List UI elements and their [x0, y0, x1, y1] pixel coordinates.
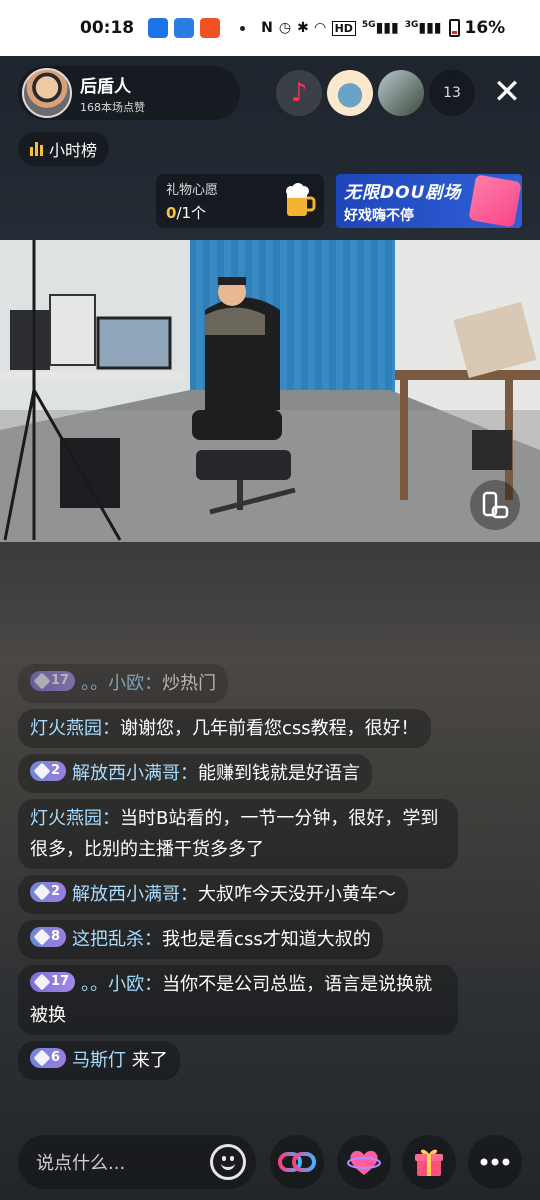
network-label: 5G — [361, 20, 376, 30]
chat-username[interactable]: 灯火燕园： — [30, 808, 120, 829]
chat-username[interactable]: 。。小欧： — [81, 974, 162, 995]
battery-percent: 16% — [464, 18, 506, 38]
badge-level: 8 — [51, 929, 61, 944]
bluetooth-icon: ✱ — [297, 20, 309, 36]
rotate-screen-button[interactable] — [470, 480, 520, 530]
chat-message[interactable]: 2 解放西小满哥：能赚到钱就是好语言 — [18, 754, 373, 793]
host-likes: 168本场点赞 — [80, 100, 145, 114]
viewer-avatar[interactable] — [378, 70, 424, 116]
fan-badge: 17 — [30, 671, 76, 691]
top-viewers: ♪ 13 — [276, 70, 475, 116]
rank-bars-icon — [30, 142, 43, 156]
rotate-screen-icon — [482, 491, 509, 519]
chat-username[interactable]: 灯火燕园： — [30, 718, 120, 739]
badge-level: 2 — [51, 763, 61, 778]
more-notifications-dot — [240, 25, 246, 31]
beer-icon — [286, 183, 316, 216]
emoji-mouth — [221, 1162, 235, 1170]
signal-3g-icon: 3G▮▮▮ — [404, 20, 442, 36]
chat-username[interactable]: 马斯仃 — [72, 1050, 126, 1071]
wish-total: /1个 — [176, 204, 207, 222]
status-time: 00:18 — [80, 18, 135, 38]
app-notification-icon — [200, 18, 221, 38]
battery-indicator: 16% — [449, 18, 505, 38]
chat-username[interactable]: 。。小欧： — [81, 673, 162, 694]
like-button[interactable] — [337, 1135, 391, 1189]
close-icon: ✕ — [492, 72, 522, 112]
badge-level: 6 — [51, 1050, 61, 1065]
gift-button[interactable] — [402, 1135, 456, 1189]
level-badge: 2 — [30, 761, 67, 781]
host-avatar[interactable] — [22, 68, 72, 118]
link-mic-button[interactable] — [270, 1135, 324, 1189]
heart-planet-icon — [347, 1150, 381, 1175]
chat-message[interactable]: 17 。。小欧：当你不是公司总监，语言是说换就被换 — [18, 965, 458, 1035]
diamond-icon — [33, 883, 51, 901]
badge-level: 17 — [51, 974, 70, 989]
chat-username[interactable]: 解放西小满哥： — [72, 884, 198, 905]
diamond-icon — [33, 762, 51, 780]
fan-badge: 17 — [30, 972, 76, 992]
link-mic-icon — [278, 1152, 316, 1172]
gift-icon — [415, 1149, 443, 1176]
video-frame — [0, 240, 540, 542]
chat-username[interactable]: 这把乱杀： — [72, 929, 162, 950]
chat-message[interactable]: 8 这把乱杀：我也是看css才知道大叔的 — [18, 920, 383, 959]
network2-label: 3G — [404, 20, 419, 30]
chat-message[interactable]: 17 。。小欧：炒热门 — [18, 664, 229, 703]
fan-badge-icon — [33, 973, 51, 991]
chat-message[interactable]: 灯火燕园：当时B站看的，一节一分钟，很好，学到很多，比别的主播干货多多了 — [18, 799, 458, 869]
diamond-icon — [33, 1049, 51, 1067]
rank-label: 小时榜 — [49, 141, 98, 160]
chat-message[interactable]: 灯火燕园：谢谢您，几年前看您css教程，很好！ — [18, 709, 431, 748]
chat-text: 大叔咋今天没开小黄车～ — [198, 884, 397, 905]
host-name: 后盾人 — [80, 76, 131, 97]
battery-icon — [449, 19, 461, 37]
level-badge: 8 — [30, 927, 67, 947]
level-badge: 2 — [30, 882, 67, 902]
emoji-icon[interactable] — [210, 1144, 246, 1180]
chat-text: 炒热门 — [162, 673, 217, 694]
badge-level: 17 — [51, 673, 70, 688]
banner-art-icon — [468, 174, 522, 228]
comment-input[interactable]: 说点什么... — [18, 1135, 256, 1189]
viewer-avatar[interactable]: ♪ — [276, 70, 322, 116]
app-notification-icon — [148, 18, 169, 38]
host-info: 后盾人 168本场点赞 — [80, 72, 145, 115]
chat-message[interactable]: 2 解放西小满哥：大叔咋今天没开小黄车～ — [18, 875, 409, 914]
level-badge: 6 — [30, 1048, 67, 1068]
host-card[interactable]: 后盾人 168本场点赞 — [18, 66, 240, 120]
status-bar: 00:18 N ◷ ✱ ◠ HD 5G▮▮▮ 3G▮▮▮ 16% — [0, 0, 540, 56]
wish-current: 0 — [166, 204, 177, 222]
badge-level: 2 — [51, 884, 61, 899]
nfc-icon: N — [261, 20, 273, 36]
fan-badge-icon — [33, 672, 51, 690]
hourly-rank-button[interactable]: 小时榜 — [18, 132, 110, 166]
live-video[interactable] — [0, 240, 540, 542]
wifi-icon: ◠ — [314, 20, 326, 36]
diamond-icon — [33, 928, 51, 946]
chat-text: 谢谢您，几年前看您css教程，很好！ — [120, 718, 419, 739]
alarm-icon: ◷ — [278, 20, 292, 36]
drama-banner[interactable]: 无限DOU剧场 好戏嗨不停 — [336, 174, 522, 228]
chat-text: 我也是看css才知道大叔的 — [162, 929, 371, 950]
chat-text: 能赚到钱就是好语言 — [198, 763, 361, 784]
chat-text: 来了 — [126, 1050, 168, 1071]
signal-5g-icon: 5G▮▮▮ — [361, 20, 399, 36]
music-note-icon: ♪ — [290, 78, 308, 108]
more-button[interactable] — [468, 1135, 522, 1189]
viewer-count[interactable]: 13 — [429, 70, 475, 116]
gift-wish-card[interactable]: 礼物心愿 0/1个 — [156, 174, 324, 228]
viewer-avatar[interactable] — [327, 70, 373, 116]
close-button[interactable]: ✕ — [488, 74, 526, 112]
comment-placeholder: 说点什么... — [36, 1153, 126, 1174]
more-icon — [480, 1158, 510, 1166]
chat-username[interactable]: 解放西小满哥： — [72, 763, 198, 784]
chat-list: 17 。。小欧：炒热门 灯火燕园：谢谢您，几年前看您css教程，很好！ 2 解放西小… — [18, 664, 458, 1086]
hd-icon: HD — [331, 20, 356, 36]
chat-message[interactable]: 6 马斯仃 来了 — [18, 1041, 180, 1080]
app-notification-icon — [174, 18, 195, 38]
